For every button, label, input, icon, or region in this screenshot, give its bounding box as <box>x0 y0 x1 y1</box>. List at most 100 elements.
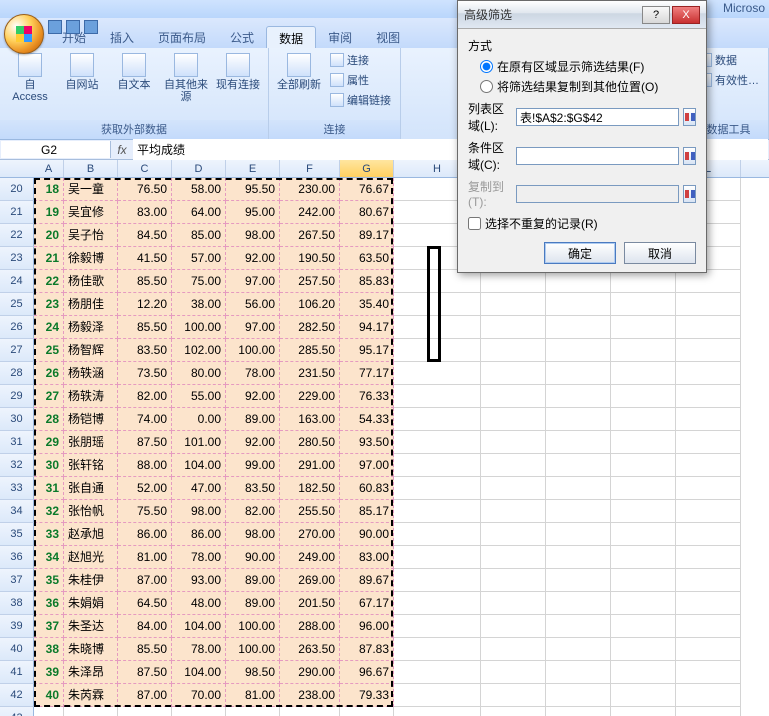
unique-records-checkbox[interactable] <box>468 217 481 230</box>
cell[interactable] <box>546 431 611 454</box>
cell[interactable] <box>611 592 676 615</box>
cell[interactable] <box>676 707 741 716</box>
cell[interactable] <box>676 431 741 454</box>
row-header[interactable]: 42 <box>0 684 34 707</box>
cell[interactable]: 291.00 <box>280 454 340 477</box>
cell[interactable] <box>481 385 546 408</box>
cell[interactable]: 朱娟娟 <box>64 592 118 615</box>
cell[interactable]: 83.50 <box>226 477 280 500</box>
cell[interactable] <box>481 546 546 569</box>
cell[interactable]: 55.00 <box>172 385 226 408</box>
cell[interactable] <box>676 477 741 500</box>
cell[interactable] <box>611 684 676 707</box>
radio-label-2[interactable]: 将筛选结果复制到其他位置(O) <box>497 78 658 95</box>
cell[interactable]: 41.50 <box>118 247 172 270</box>
cell[interactable]: 190.50 <box>280 247 340 270</box>
cell[interactable] <box>676 569 741 592</box>
cell[interactable]: 86.00 <box>172 523 226 546</box>
list-range-ref-button[interactable] <box>683 108 696 126</box>
cell[interactable] <box>611 408 676 431</box>
cell[interactable] <box>394 500 481 523</box>
cell[interactable]: 97.00 <box>340 454 394 477</box>
cell[interactable]: 40 <box>34 684 64 707</box>
cell[interactable]: 35 <box>34 569 64 592</box>
qat-undo-icon[interactable] <box>66 20 80 34</box>
cell[interactable] <box>226 707 280 716</box>
cell[interactable] <box>676 454 741 477</box>
cell[interactable] <box>394 385 481 408</box>
cell[interactable] <box>394 569 481 592</box>
cell[interactable]: 78.00 <box>226 362 280 385</box>
tab-review[interactable]: 审阅 <box>316 26 364 48</box>
row-header[interactable]: 28 <box>0 362 34 385</box>
cell[interactable] <box>394 615 481 638</box>
row-header[interactable]: 38 <box>0 592 34 615</box>
cell[interactable]: 31 <box>34 477 64 500</box>
cell[interactable] <box>676 270 741 293</box>
cell[interactable]: 19 <box>34 201 64 224</box>
cell[interactable] <box>676 661 741 684</box>
cell[interactable] <box>611 293 676 316</box>
row-header[interactable]: 23 <box>0 247 34 270</box>
cell[interactable] <box>394 684 481 707</box>
cell[interactable]: 29 <box>34 431 64 454</box>
tab-data[interactable]: 数据 <box>266 26 316 48</box>
btn-refresh-all[interactable]: 全部刷新 <box>275 51 323 93</box>
cell[interactable] <box>676 638 741 661</box>
cell[interactable]: 290.00 <box>280 661 340 684</box>
cell[interactable] <box>676 523 741 546</box>
cell[interactable] <box>481 500 546 523</box>
cell[interactable]: 37 <box>34 615 64 638</box>
cell[interactable] <box>611 661 676 684</box>
cell[interactable]: 242.00 <box>280 201 340 224</box>
cell[interactable] <box>676 385 741 408</box>
cell[interactable]: 269.00 <box>280 569 340 592</box>
cell[interactable]: 朱晓博 <box>64 638 118 661</box>
cell[interactable] <box>676 500 741 523</box>
cell[interactable] <box>394 408 481 431</box>
cell[interactable] <box>172 707 226 716</box>
cell[interactable]: 83.00 <box>118 201 172 224</box>
cell[interactable] <box>546 592 611 615</box>
cell[interactable] <box>611 362 676 385</box>
cell[interactable]: 39 <box>34 661 64 684</box>
cell[interactable]: 93.00 <box>172 569 226 592</box>
cell[interactable] <box>481 477 546 500</box>
office-button[interactable] <box>4 14 44 54</box>
cell[interactable]: 34 <box>34 546 64 569</box>
cell[interactable]: 24 <box>34 316 64 339</box>
cell[interactable] <box>611 638 676 661</box>
cell[interactable]: 朱圣达 <box>64 615 118 638</box>
name-box[interactable]: G2 <box>1 141 111 158</box>
cell[interactable] <box>394 339 481 362</box>
cell[interactable]: 201.50 <box>280 592 340 615</box>
cell[interactable]: 249.00 <box>280 546 340 569</box>
cell[interactable]: 84.00 <box>118 615 172 638</box>
cell[interactable]: 52.00 <box>118 477 172 500</box>
tab-view[interactable]: 视图 <box>364 26 412 48</box>
cell[interactable] <box>546 707 611 716</box>
criteria-range-ref-button[interactable] <box>683 147 696 165</box>
cell[interactable] <box>611 615 676 638</box>
cell[interactable]: 96.00 <box>340 615 394 638</box>
row-header[interactable]: 20 <box>0 178 34 201</box>
row-header[interactable]: 32 <box>0 454 34 477</box>
row-header[interactable]: 37 <box>0 569 34 592</box>
cell[interactable] <box>394 270 481 293</box>
row-header[interactable]: 24 <box>0 270 34 293</box>
cell[interactable]: 89.00 <box>226 592 280 615</box>
cell[interactable] <box>340 707 394 716</box>
ok-button[interactable]: 确定 <box>544 242 616 264</box>
cell[interactable] <box>546 500 611 523</box>
cell[interactable]: 267.50 <box>280 224 340 247</box>
cell[interactable]: 80.00 <box>172 362 226 385</box>
cell[interactable]: 67.17 <box>340 592 394 615</box>
row-header[interactable]: 40 <box>0 638 34 661</box>
cell[interactable] <box>611 385 676 408</box>
cell[interactable]: 27 <box>34 385 64 408</box>
col-F[interactable]: F <box>280 160 340 177</box>
cell[interactable]: 0.00 <box>172 408 226 431</box>
cell[interactable]: 张怡帆 <box>64 500 118 523</box>
cell[interactable] <box>546 477 611 500</box>
cell[interactable] <box>611 431 676 454</box>
